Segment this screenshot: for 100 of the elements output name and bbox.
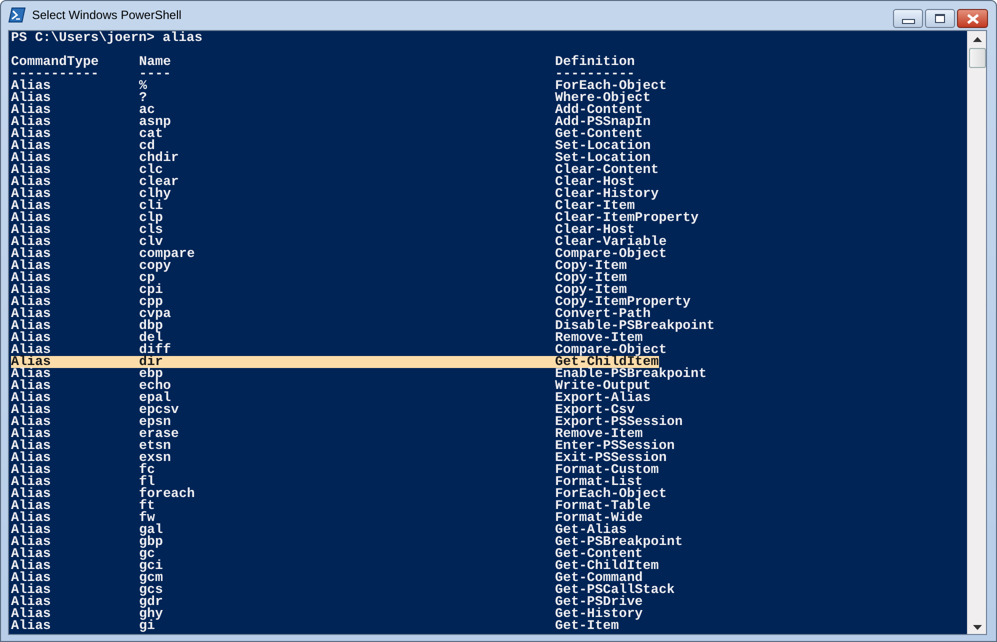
column-underline: ----------- — [11, 68, 100, 80]
table-cell-text: clhy — [139, 188, 172, 200]
scroll-thumb[interactable] — [968, 48, 986, 68]
table-cell-text: clear — [139, 176, 180, 188]
table-cell-text: Alias — [11, 368, 52, 380]
table-cell: Format-Wide — [555, 512, 643, 524]
table-cell-text: Alias — [11, 200, 52, 212]
table-cell-text: Alias — [11, 500, 52, 512]
table-cell: Convert-Path — [555, 308, 651, 320]
table-cell-text: Alias — [11, 620, 52, 632]
terminal-prompt-icon — [8, 7, 26, 23]
table-cell-text: Alias — [11, 488, 52, 500]
table-cell-text: clv — [139, 236, 164, 248]
table-cell: Disable-PSBreakpoint — [555, 320, 715, 332]
table-cell-text: Alias — [11, 92, 52, 104]
table-cell-text: Alias — [11, 104, 52, 116]
table-cell-text: Alias — [11, 260, 52, 272]
table-cell-text: Alias — [11, 308, 52, 320]
table-cell-text: gcm — [139, 572, 164, 584]
scroll-down-icon[interactable] — [972, 625, 982, 630]
minimize-button[interactable] — [893, 9, 923, 28]
table-cell-text: cpi — [139, 284, 164, 296]
table-cell: Clear-Host — [555, 224, 635, 236]
vertical-scrollbar[interactable] — [967, 31, 986, 634]
table-cell: ForEach-Object — [555, 488, 667, 500]
table-cell: Copy-Item — [555, 284, 627, 296]
table-cell: Remove-Item — [555, 332, 643, 344]
table-cell-text: Alias — [11, 452, 52, 464]
table-cell-text: diff — [139, 344, 172, 356]
table-cell-text: cd — [139, 140, 155, 152]
close-button[interactable] — [957, 9, 988, 28]
table-cell-text: compare — [139, 248, 196, 260]
table-cell-text: ? — [139, 92, 148, 104]
table-cell-text: ft — [139, 500, 156, 512]
table-cell: Exit-PSSession — [555, 452, 667, 464]
table-cell: Clear-Variable — [555, 236, 667, 248]
column-underline: ---------- — [555, 68, 635, 80]
table-cell: Get-History — [555, 608, 643, 620]
table-cell-text: cat — [139, 128, 163, 140]
table-cell-text: ac — [139, 104, 156, 116]
table-cell: Clear-ItemProperty — [555, 212, 699, 224]
table-cell-text: foreach — [139, 488, 196, 500]
table-cell-text: Alias — [11, 596, 52, 608]
table-cell-text: copy — [139, 260, 171, 272]
table-cell-text: gi — [139, 620, 155, 632]
table-cell-text: Alias — [11, 608, 52, 620]
table-cell: Enter-PSSession — [555, 440, 675, 452]
table-cell: Get-Content — [555, 548, 643, 560]
table-cell: Get-Alias — [555, 524, 627, 536]
table-cell-text: Alias — [11, 152, 52, 164]
table-cell-text: Alias — [11, 356, 52, 368]
table-cell: Enable-PSBreakpoint — [555, 368, 707, 380]
table-cell-text: asnp — [139, 116, 172, 128]
table-cell: Get-Command — [555, 572, 643, 584]
maximize-button[interactable] — [925, 9, 955, 28]
table-cell: ForEach-Object — [555, 80, 667, 92]
table-cell: Clear-Host — [555, 176, 635, 188]
table-cell-text: cvpa — [139, 308, 172, 320]
table-cell-text: epal — [139, 392, 172, 404]
table-cell: Write-Output — [555, 380, 651, 392]
table-cell-text: Alias — [11, 296, 52, 308]
table-cell-text: epcsv — [139, 404, 180, 416]
column-heading: CommandType — [11, 56, 100, 68]
table-cell: Compare-Object — [555, 248, 667, 260]
table-cell-text: Alias — [11, 380, 52, 392]
table-cell-text: cls — [139, 224, 164, 236]
table-cell-text: Alias — [11, 164, 52, 176]
table-cell-text: etsn — [139, 440, 172, 452]
column-heading: Name — [139, 56, 172, 68]
table-cell-text: Alias — [11, 524, 52, 536]
table-cell: Where-Object — [555, 92, 651, 104]
table-cell-text: ghy — [139, 608, 164, 620]
table-cell-text: gc — [139, 548, 155, 560]
table-cell-text: Alias — [11, 332, 52, 344]
table-cell: Format-Table — [555, 500, 651, 512]
maximize-icon — [935, 14, 945, 23]
table-cell-text: clp — [139, 212, 164, 224]
table-cell-text: fc — [139, 464, 156, 476]
table-cell: Add-PSSnapIn — [555, 116, 651, 128]
scroll-up-icon[interactable] — [972, 37, 982, 42]
table-cell-text: Alias — [11, 236, 52, 248]
minimize-icon — [902, 19, 914, 24]
table-cell-text: Alias — [11, 176, 52, 188]
table-cell-text: Alias — [11, 440, 52, 452]
table-cell: Export-PSSession — [555, 416, 683, 428]
table-cell-text: Alias — [11, 428, 52, 440]
table-cell-text: fw — [139, 512, 155, 524]
table-cell-text: cli — [139, 200, 163, 212]
table-cell-text: fl — [139, 476, 155, 488]
table-cell-text: Alias — [11, 272, 52, 284]
table-cell-text: % — [139, 80, 148, 92]
table-cell-text: exsn — [139, 452, 172, 464]
table-cell: Copy-Item — [555, 260, 627, 272]
table-cell: Get-PSBreakpoint — [555, 536, 683, 548]
table-cell: Export-Csv — [555, 404, 635, 416]
table-cell-text: Alias — [11, 476, 52, 488]
table-cell: Get-Content — [555, 128, 643, 140]
table-cell-text: Alias — [11, 224, 52, 236]
table-cell: Get-ChildItem — [555, 356, 659, 368]
table-cell: Set-Location — [555, 152, 651, 164]
